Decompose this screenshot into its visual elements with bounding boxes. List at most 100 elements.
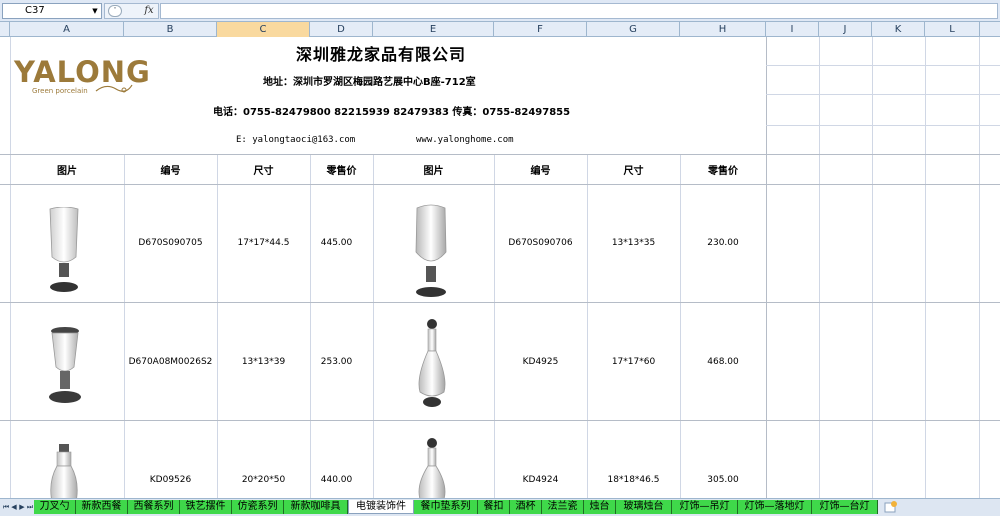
gridline <box>766 37 767 498</box>
first-sheet-icon[interactable]: ⏮ <box>2 501 10 513</box>
gridline <box>680 154 681 498</box>
company-email: E: yalongtaoci@163.com <box>236 135 356 145</box>
column-header-h[interactable]: H <box>680 22 766 37</box>
column-header-f[interactable]: F <box>494 22 587 37</box>
product-price: 253.00 <box>320 357 353 367</box>
company-address: 地址：深圳市罗湖区梅园路艺展中心B座-712室 <box>263 77 476 88</box>
gridline <box>766 94 1000 95</box>
formula-bar: C37 ▼ ˇ fx <box>0 0 1000 22</box>
gridline <box>0 420 1000 421</box>
sheet-tab[interactable]: 灯饰—台灯 <box>812 500 878 514</box>
sheet-tab[interactable]: 烛台 <box>584 500 616 514</box>
gridline <box>373 154 374 498</box>
gridline <box>819 37 820 498</box>
header-image: 图片 <box>57 166 77 177</box>
product-code: KD4924 <box>522 475 559 485</box>
gridline <box>10 37 11 498</box>
header-image: 图片 <box>423 166 444 177</box>
company-website: www.yalonghome.com <box>416 135 514 145</box>
company-name: 深圳雅龙家品有限公司 <box>296 45 467 64</box>
sheet-tab[interactable]: 餐巾垫系列 <box>414 500 478 514</box>
gridline <box>766 65 1000 66</box>
product-size: 20*20*50 <box>241 475 286 485</box>
column-header-j[interactable]: J <box>819 22 872 37</box>
product-code: D670A08M0026S2 <box>128 357 213 367</box>
column-header-i[interactable]: I <box>766 22 819 37</box>
vase-image[interactable] <box>42 207 86 295</box>
column-header-b[interactable]: B <box>124 22 217 37</box>
sheet-tab[interactable]: 玻璃烛台 <box>616 500 672 514</box>
product-code: KD09526 <box>149 475 192 485</box>
next-sheet-icon[interactable]: ▶ <box>18 501 26 513</box>
sheet-tab-bar: ⏮ ◀ ▶ ⏭ 刀叉勺 新款西餐 西餐系列 铁艺摆件 仿瓷系列 新款咖啡具 电镀… <box>0 498 1000 516</box>
column-header-k[interactable]: K <box>872 22 925 37</box>
gridline <box>217 154 218 498</box>
logo-subtitle: Green porcelain <box>32 87 88 95</box>
gridline <box>310 154 311 498</box>
sheet-tab[interactable]: 灯饰—吊灯 <box>672 500 738 514</box>
product-size: 13*13*39 <box>241 357 286 367</box>
header-price: 零售价 <box>326 166 357 177</box>
header-code: 编号 <box>530 166 551 177</box>
header-code: 编号 <box>160 166 181 177</box>
sheet-tab[interactable]: 灯饰—落地灯 <box>738 500 812 514</box>
header-size: 尺寸 <box>623 166 644 177</box>
gridline <box>0 302 1000 303</box>
column-header-c[interactable]: C <box>217 22 310 37</box>
column-header-d[interactable]: D <box>310 22 373 37</box>
name-box-dropdown-icon[interactable]: ▼ <box>90 5 100 17</box>
product-size: 17*17*44.5 <box>237 238 290 248</box>
vase-image[interactable] <box>44 442 84 498</box>
formula-input[interactable] <box>160 3 998 19</box>
sheet-tab[interactable]: 餐扣 <box>478 500 510 514</box>
gridline <box>587 154 588 498</box>
header-price: 零售价 <box>708 166 738 177</box>
product-size: 17*17*60 <box>611 357 656 367</box>
vase-image[interactable] <box>408 204 454 300</box>
column-header-l[interactable]: L <box>925 22 980 37</box>
product-price: 305.00 <box>707 475 739 485</box>
last-sheet-icon[interactable]: ⏭ <box>26 501 34 513</box>
insert-sheet-icon[interactable] <box>884 501 898 513</box>
gridline <box>0 154 1000 155</box>
sheet-tab[interactable]: 酒杯 <box>510 500 542 514</box>
vase-image[interactable] <box>412 437 452 498</box>
product-price: 440.00 <box>320 475 353 485</box>
expand-formula-icon[interactable]: ˇ <box>108 5 122 17</box>
sheet-tab[interactable]: 新款咖啡具 <box>284 500 348 514</box>
gridline <box>766 125 1000 126</box>
gridline <box>872 37 873 498</box>
sheet-tab[interactable]: 刀叉勺 <box>34 500 76 514</box>
gridline <box>0 184 1000 185</box>
name-box[interactable]: C37 <box>2 3 102 19</box>
sheet-tab[interactable]: 铁艺摆件 <box>180 500 232 514</box>
product-price: 445.00 <box>320 238 353 248</box>
select-all-corner[interactable] <box>0 22 10 37</box>
product-size: 13*13*35 <box>611 238 656 248</box>
gridline <box>979 37 980 498</box>
sheet-tab[interactable]: 西餐系列 <box>128 500 180 514</box>
company-logo: YALONG Green porcelain <box>14 55 164 103</box>
prev-sheet-icon[interactable]: ◀ <box>10 501 18 513</box>
vase-image[interactable] <box>410 318 454 410</box>
sheet-tab[interactable]: 法兰瓷 <box>542 500 584 514</box>
product-size: 18*18*46.5 <box>607 475 660 485</box>
column-header-row: A B C D E F G H I J K L <box>0 22 1000 37</box>
product-price: 468.00 <box>707 357 739 367</box>
product-price: 230.00 <box>707 238 739 248</box>
insert-function-button[interactable]: fx <box>141 4 157 18</box>
company-phone: 电话：0755-82479800 82215939 82479383 传真：07… <box>213 107 571 118</box>
sheet-tab[interactable]: 新款西餐 <box>76 500 128 514</box>
column-header-a[interactable]: A <box>10 22 124 37</box>
vase-image[interactable] <box>40 325 90 409</box>
sheet-tab[interactable]: 仿瓷系列 <box>232 500 284 514</box>
spreadsheet-grid[interactable]: YALONG Green porcelain 深圳雅龙家品有限公司 地址：深圳市… <box>0 37 1000 498</box>
column-header-g[interactable]: G <box>587 22 680 37</box>
gridline <box>494 154 495 498</box>
product-code: D670S090705 <box>138 238 203 248</box>
logo-swirl-icon <box>95 84 133 93</box>
gridline <box>925 37 926 498</box>
formula-buttons: ˇ fx <box>104 3 159 19</box>
sheet-tab-active[interactable]: 电镀装饰件 <box>348 500 414 514</box>
column-header-e[interactable]: E <box>373 22 494 37</box>
